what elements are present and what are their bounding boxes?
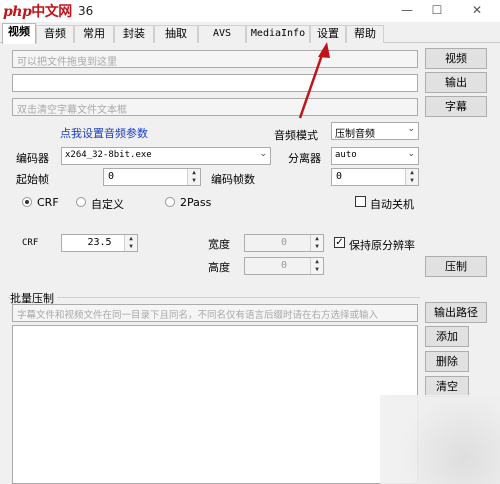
output-path-button[interactable]: 输出路径 bbox=[425, 302, 487, 323]
video-file-input[interactable]: 可以把文件拖曳到这里 bbox=[12, 50, 418, 68]
width-label: 宽度 bbox=[208, 238, 230, 251]
subtitle-button[interactable]: 字幕 bbox=[425, 96, 487, 117]
batch-divider bbox=[8, 297, 420, 298]
demuxer-select[interactable]: auto ⌄ bbox=[331, 147, 419, 165]
keep-ratio-checkbox[interactable]: ✓ bbox=[334, 237, 345, 248]
maximize-icon[interactable]: ☐ bbox=[428, 2, 446, 18]
tab-help[interactable]: 帮助 bbox=[346, 25, 384, 43]
compress-button[interactable]: 压制 bbox=[425, 256, 487, 277]
add-button[interactable]: 添加 bbox=[425, 326, 469, 347]
tab-mux[interactable]: 封装 bbox=[114, 25, 154, 43]
tab-common[interactable]: 常用 bbox=[74, 25, 114, 43]
tab-avs[interactable]: AVS bbox=[198, 25, 246, 43]
crf-stepper[interactable]: 23.5 ▲ ▼ bbox=[61, 234, 138, 252]
site-logo: php中文网 bbox=[3, 4, 72, 20]
chevron-down-icon: ⌄ bbox=[407, 149, 415, 159]
tab-extract[interactable]: 抽取 bbox=[154, 25, 198, 43]
crf-radio[interactable] bbox=[22, 197, 32, 207]
delete-button[interactable]: 删除 bbox=[425, 351, 469, 372]
spinner-arrows-icon[interactable]: ▲ ▼ bbox=[124, 235, 137, 251]
tab-bar: 视频 音频 常用 封装 抽取 AVS MediaInfo 设置 帮助 bbox=[0, 23, 500, 44]
subtitle-file-input[interactable]: 双击清空字幕文件文本框 bbox=[12, 98, 418, 116]
video-button[interactable]: 视频 bbox=[425, 48, 487, 69]
window-title: 36 bbox=[78, 4, 94, 18]
height-stepper[interactable]: 0 ▲ ▼ bbox=[244, 257, 324, 275]
encode-frames-stepper[interactable]: 0 ▲ ▼ bbox=[331, 168, 419, 186]
batch-file-list[interactable] bbox=[12, 325, 418, 484]
crf-radio-label: CRF bbox=[37, 196, 59, 209]
spinner-arrows-icon[interactable]: ▲ ▼ bbox=[405, 169, 418, 185]
chevron-down-icon: ⌄ bbox=[407, 124, 415, 134]
chevron-down-icon: ⌄ bbox=[259, 149, 267, 159]
custom-radio-label: 自定义 bbox=[91, 198, 124, 211]
checkmark-icon: ✓ bbox=[335, 237, 344, 248]
demuxer-label: 分离器 bbox=[288, 152, 321, 165]
keep-ratio-label: 保持原分辨率 bbox=[349, 239, 415, 252]
encoder-label: 编码器 bbox=[16, 152, 49, 165]
spinner-arrows-icon[interactable]: ▲ ▼ bbox=[310, 235, 323, 251]
spinner-arrows-icon[interactable]: ▲ ▼ bbox=[310, 258, 323, 274]
twopass-radio-label: 2Pass bbox=[180, 196, 212, 209]
width-stepper[interactable]: 0 ▲ ▼ bbox=[244, 234, 324, 252]
watermark-blur bbox=[380, 395, 500, 484]
auto-shutdown-label: 自动关机 bbox=[370, 198, 414, 211]
height-label: 高度 bbox=[208, 261, 230, 274]
minimize-icon[interactable]: — bbox=[398, 2, 416, 18]
clear-button[interactable]: 清空 bbox=[425, 376, 469, 397]
output-file-input[interactable] bbox=[12, 74, 418, 92]
start-frame-label: 起始帧 bbox=[16, 173, 49, 186]
custom-radio[interactable] bbox=[76, 197, 86, 207]
tab-settings[interactable]: 设置 bbox=[310, 25, 346, 43]
auto-shutdown-checkbox[interactable] bbox=[355, 196, 366, 207]
twopass-radio[interactable] bbox=[165, 197, 175, 207]
audio-mode-select[interactable]: 压制音频 ⌄ bbox=[331, 122, 419, 140]
start-frame-stepper[interactable]: 0 ▲ ▼ bbox=[103, 168, 201, 186]
close-icon[interactable]: ✕ bbox=[468, 2, 486, 18]
batch-hint-input[interactable]: 字幕文件和视频文件在同一目录下且同名，不同名仅有语言后缀时请在右方选择或输入 bbox=[12, 304, 418, 322]
audio-mode-label: 音频模式 bbox=[274, 129, 318, 142]
audio-settings-link[interactable]: 点我设置音频参数 bbox=[60, 125, 148, 141]
title-bar: php中文网 36 — ☐ ✕ bbox=[0, 0, 500, 22]
tab-mediainfo[interactable]: MediaInfo bbox=[246, 25, 310, 43]
encode-frames-label: 编码帧数 bbox=[211, 173, 255, 186]
crf-label: CRF bbox=[22, 238, 39, 248]
tab-audio[interactable]: 音频 bbox=[36, 25, 74, 43]
tab-video[interactable]: 视频 bbox=[2, 23, 36, 44]
encoder-select[interactable]: x264_32-8bit.exe ⌄ bbox=[61, 147, 271, 165]
spinner-arrows-icon[interactable]: ▲ ▼ bbox=[187, 169, 200, 185]
output-button[interactable]: 输出 bbox=[425, 72, 487, 93]
